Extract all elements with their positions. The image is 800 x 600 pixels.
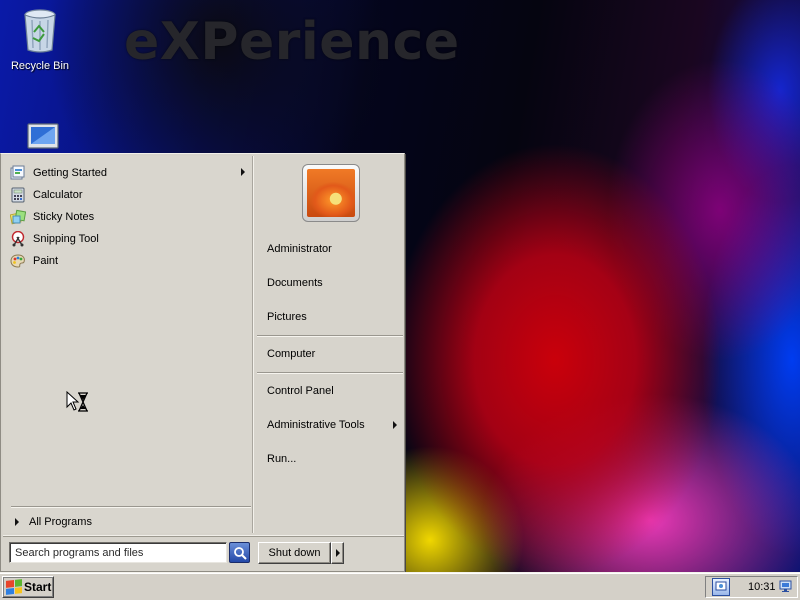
places-item-label: Administrator [267,243,332,255]
getting-started-icon [9,164,27,182]
places-item-administrative-tools[interactable]: Administrative Tools [267,415,403,435]
places-item-label: Computer [267,348,316,360]
computer-icon [27,123,59,149]
snipping-tool-icon [9,230,27,248]
search-icon [233,546,247,560]
all-programs-arrow-icon [15,518,19,526]
paint-icon [9,252,27,270]
recycle-bin-icon [24,9,56,53]
program-item-label: Sticky Notes [33,211,95,223]
start-menu-places-pane: Administrator Documents Pictures Compute… [255,156,404,533]
chevron-right-icon [335,549,340,557]
system-tray: 10:31 [705,576,798,598]
start-menu: Getting Started Calculator Sticky Notes … [0,153,405,572]
program-item-label: Paint [33,255,59,267]
submenu-arrow-icon [393,421,397,429]
sticky-notes-icon [9,208,27,226]
search-input[interactable] [9,542,227,563]
program-item-label: Calculator [33,189,83,201]
submenu-arrow-icon [241,168,245,176]
start-button[interactable]: Start [2,576,54,598]
network-icon[interactable] [779,580,793,593]
program-item-paint[interactable]: Paint [9,250,249,272]
shut-down-options-button[interactable] [331,542,344,564]
all-programs-item[interactable]: All Programs [11,513,251,531]
program-item-label: Getting Started [33,167,107,179]
start-menu-programs-pane: Getting Started Calculator Sticky Notes … [3,156,254,533]
desktop-icon-recycle-bin[interactable]: Recycle Bin [2,6,78,72]
all-programs-label: All Programs [29,516,92,528]
start-label: Start [24,580,52,594]
places-item-documents[interactable]: Documents [267,273,403,293]
taskbar: Start 10:31 [0,572,800,600]
program-item-calculator[interactable]: Calculator [9,184,249,206]
user-picture[interactable] [302,164,360,222]
wallpaper-logo-text: eXPerience [124,12,460,72]
busy-cursor-icon [66,391,88,412]
places-separator [257,335,403,337]
places-item-computer[interactable]: Computer [267,344,403,364]
places-item-label: Pictures [267,311,307,323]
desktop-icon-label: Recycle Bin [10,60,70,72]
program-item-sticky-notes[interactable]: Sticky Notes [9,206,249,228]
places-item-label: Run... [267,453,297,465]
places-item-administrator[interactable]: Administrator [267,239,403,259]
places-item-label: Documents [267,277,323,289]
user-picture-flower-icon [307,169,355,217]
clock[interactable]: 10:31 [748,581,776,593]
program-item-getting-started[interactable]: Getting Started [9,162,249,184]
program-item-label: Snipping Tool [33,233,99,245]
places-item-label: Control Panel [267,385,334,397]
places-item-pictures[interactable]: Pictures [267,307,403,327]
windows-flag-icon [6,579,22,595]
show-desktop-icon[interactable] [712,578,730,596]
shut-down-label: Shut down [268,547,321,559]
search-button[interactable] [229,542,250,563]
places-item-label: Administrative Tools [267,419,365,431]
places-separator [257,372,403,374]
shut-down-button[interactable]: Shut down [258,542,331,564]
places-item-control-panel[interactable]: Control Panel [267,381,403,401]
program-item-snipping-tool[interactable]: Snipping Tool [9,228,249,250]
places-item-run[interactable]: Run... [267,449,403,469]
start-menu-bottom-bar: Shut down [3,535,404,571]
calculator-icon [9,186,27,204]
all-programs-separator [11,506,251,508]
